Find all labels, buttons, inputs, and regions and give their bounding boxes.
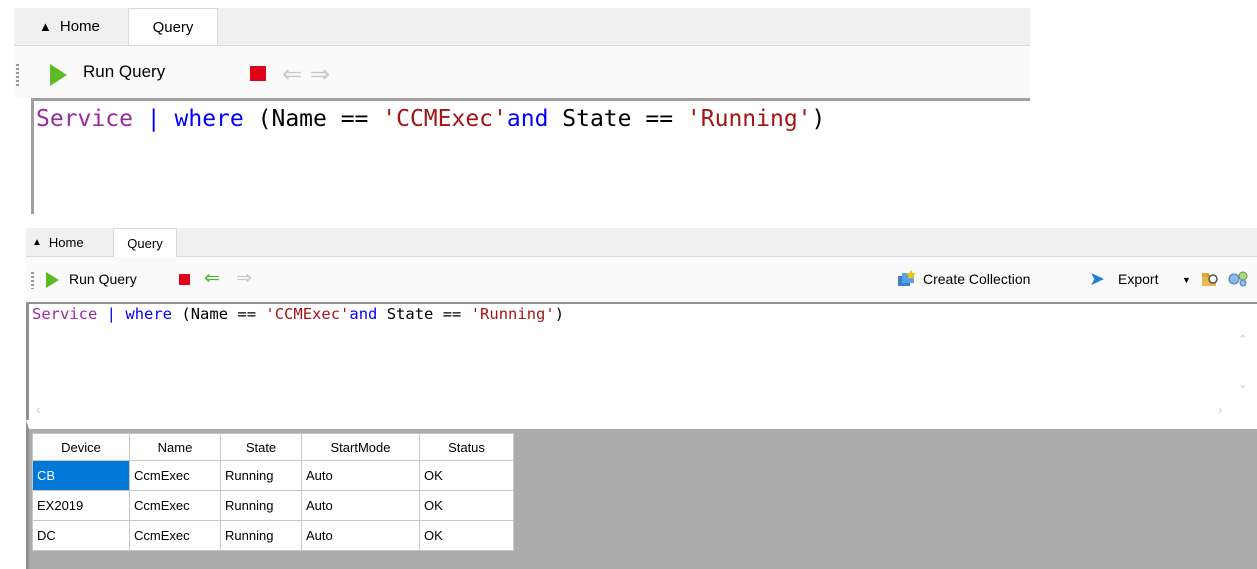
create-collection-icon[interactable]: [896, 270, 916, 288]
cell-name[interactable]: CcmExec: [129, 520, 221, 551]
table-row[interactable]: EX2019 CcmExec Running Auto OK: [32, 490, 514, 521]
column-header-state[interactable]: State: [220, 433, 302, 461]
cell-state[interactable]: Running: [220, 460, 302, 491]
scroll-down-icon[interactable]: ⌄: [1238, 378, 1247, 391]
folder-search-icon[interactable]: [1201, 270, 1219, 288]
run-query-button[interactable]: Run Query: [69, 271, 137, 287]
cell-state[interactable]: Running: [220, 490, 302, 521]
tab-query[interactable]: Query: [113, 228, 177, 257]
column-header-device[interactable]: Device: [32, 433, 130, 461]
scroll-up-icon[interactable]: ⌃: [1238, 333, 1247, 346]
query-text[interactable]: Service | where (Name == 'CCMExec'and St…: [36, 106, 825, 132]
scroll-right-icon[interactable]: ›: [1218, 402, 1222, 417]
tab-home[interactable]: ▲ Home: [32, 228, 84, 256]
chevron-down-icon[interactable]: ▼: [1182, 275, 1191, 285]
cell-startmode[interactable]: Auto: [301, 520, 420, 551]
home-icon: ▲: [39, 18, 52, 34]
cell-device[interactable]: EX2019: [32, 490, 130, 521]
table-row[interactable]: DC CcmExec Running Auto OK: [32, 520, 514, 551]
home-icon: ▲: [32, 236, 42, 248]
column-header-status[interactable]: Status: [419, 433, 514, 461]
cell-status[interactable]: OK: [419, 460, 514, 491]
query-text[interactable]: Service | where (Name == 'CCMExec'and St…: [32, 305, 564, 323]
cell-status[interactable]: OK: [419, 490, 514, 521]
tab-query[interactable]: Query: [128, 8, 218, 45]
tab-query-label: Query: [127, 235, 163, 251]
cell-startmode[interactable]: Auto: [301, 460, 420, 491]
cell-name[interactable]: CcmExec: [129, 490, 221, 521]
play-icon[interactable]: [46, 272, 59, 288]
cell-state[interactable]: Running: [220, 520, 302, 551]
toolbar-grip[interactable]: [31, 272, 34, 289]
create-collection-button[interactable]: Create Collection: [923, 271, 1030, 287]
stop-icon[interactable]: [250, 66, 266, 81]
toolbar: [14, 46, 1030, 98]
run-query-button[interactable]: Run Query: [83, 62, 165, 82]
back-arrow-icon[interactable]: ⇐: [204, 267, 220, 290]
cell-name[interactable]: CcmExec: [129, 460, 221, 491]
column-header-name[interactable]: Name: [129, 433, 221, 461]
scroll-left-icon[interactable]: ‹: [36, 402, 40, 417]
export-button[interactable]: Export: [1118, 271, 1158, 287]
table-row[interactable]: CB CcmExec Running Auto OK: [32, 460, 514, 491]
cell-device[interactable]: DC: [32, 520, 130, 551]
stop-icon[interactable]: [179, 274, 190, 285]
cell-status[interactable]: OK: [419, 520, 514, 551]
tab-home[interactable]: ▲ Home: [24, 8, 142, 44]
forward-arrow-icon[interactable]: ⇒: [236, 267, 252, 290]
column-header-startmode[interactable]: StartMode: [301, 433, 420, 461]
ribbon-tab-strip: [26, 228, 1257, 257]
cell-startmode[interactable]: Auto: [301, 490, 420, 521]
export-arrow-icon[interactable]: ➤: [1089, 268, 1105, 291]
forward-arrow-icon[interactable]: ⇒: [310, 60, 330, 89]
query-panel-large: ▲ Home Query Run Query ⇐ ⇒ Service | whe…: [0, 0, 1030, 214]
play-icon[interactable]: [50, 64, 67, 86]
cell-device[interactable]: CB: [32, 460, 130, 491]
toolbar-grip[interactable]: [16, 64, 19, 86]
header-row: Device Name State StartMode Status: [32, 433, 514, 461]
tab-query-label: Query: [152, 18, 194, 36]
back-arrow-icon[interactable]: ⇐: [282, 60, 302, 89]
tab-home-label: Home: [59, 17, 100, 35]
results-grid[interactable]: Device Name State StartMode Status CB Cc…: [32, 433, 514, 551]
network-icon[interactable]: [1228, 270, 1250, 288]
tab-home-label: Home: [48, 234, 84, 250]
